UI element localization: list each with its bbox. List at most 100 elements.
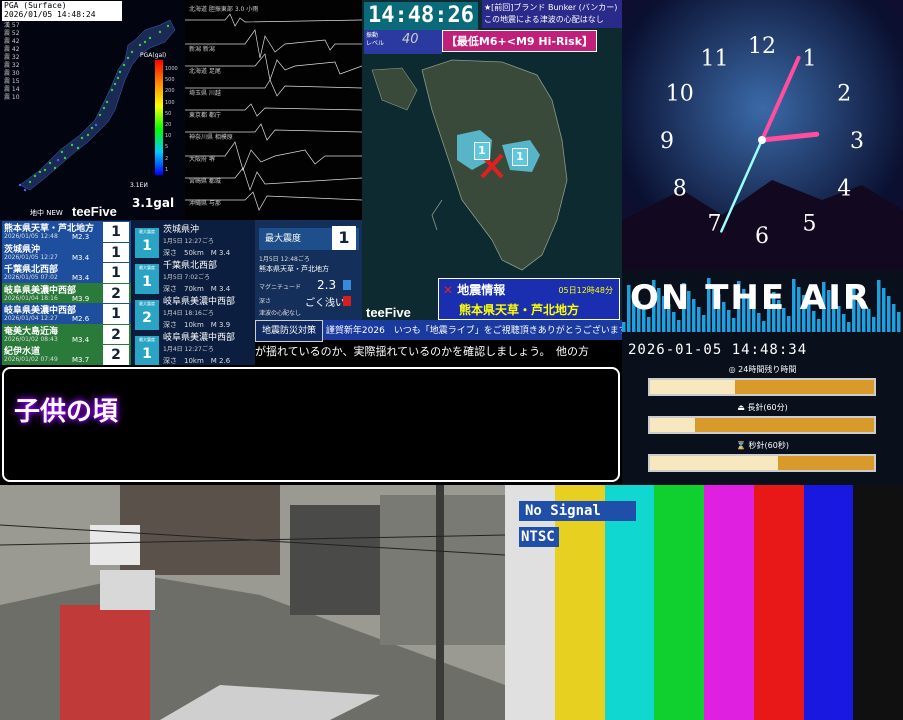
detail-intensity-box: 最大震度 1 <box>135 336 159 365</box>
quake-magnitude: M3.4 <box>72 335 90 344</box>
close-x-icon: ✕ <box>443 283 454 297</box>
depth-value: ごく浅い <box>305 298 345 309</box>
clock-number: 5 <box>803 211 817 236</box>
bar-fill <box>650 456 778 470</box>
detail-intensity: 2 <box>142 310 152 326</box>
station-label: 宮崎県 都城 <box>189 178 221 185</box>
ticker-line2: が揺れているのか、実際揺れているのかを確認しましょう。 他の方 <box>255 345 589 358</box>
legend-row: 震 10 <box>4 94 20 101</box>
station-label: 大阪府 堺 <box>189 156 215 163</box>
scale-tick: 500 <box>165 77 175 84</box>
color-stripe <box>853 485 903 720</box>
legend-row: 震 32 <box>4 54 20 61</box>
bar1-label: ◎ 24時間残り時間 <box>728 365 797 374</box>
detail-time: 1月4日 12:27ごろ <box>163 346 214 353</box>
no-signal-label: No Signal <box>519 501 636 521</box>
ticker-tag: 地震防災対策 <box>255 320 324 342</box>
quake-intensity: 2 <box>103 324 129 345</box>
station-label: 東京都 都庁 <box>189 112 221 119</box>
station-label: 北海道 足尾 <box>189 68 221 75</box>
detail-list-item: 最大震度 1 岐阜県美濃中西部 1月4日 12:27ごろ 深さ 10km M 2.6 <box>133 328 255 365</box>
quake-magnitude: M3.4 <box>72 253 90 262</box>
legend-row: 震 30 <box>4 70 20 77</box>
detail-depth-text: 深さ 10km <box>163 357 204 365</box>
detail-time: 1月4日 18:16ごろ <box>163 310 214 317</box>
legend-row: 震 32 <box>4 62 20 69</box>
quake-datetime: 2026/01/05 12:48 <box>4 233 58 240</box>
new-label: 地中 NEW <box>30 209 63 217</box>
detail-intensity-caption: 最大震度 <box>139 337 155 342</box>
on-air-datetime: 2026-01-05 14:48:34 <box>628 342 808 358</box>
progress-bar-24h <box>648 378 876 396</box>
quake-info-date: 05日12時48分 <box>558 286 613 295</box>
scale-tick: 20 <box>165 122 172 129</box>
quake-magnitude: M3.7 <box>72 356 90 364</box>
quake-intensity: 1 <box>103 242 129 263</box>
quake-list-item: 奄美大島近海 2026/01/02 08:43 M3.4 2 <box>2 323 131 346</box>
pga-legend: 漢 57 震 52 震 42 震 42 震 32 震 32 震 30 震 15 … <box>4 22 20 102</box>
kyushu-quake-map-panel: 1 1 14:48:26 ★[前回]ブランド Bunker (バンカー) この地… <box>362 0 622 325</box>
color-stripe <box>753 485 804 720</box>
depth-indicator <box>343 296 351 306</box>
clock-number: 9 <box>660 129 674 154</box>
color-stripe <box>803 485 854 720</box>
scale-tick: 1 <box>165 166 169 173</box>
detail-intensity-caption: 最大震度 <box>139 265 155 270</box>
bunker-title: ★[前回]ブランド Bunker (バンカー) <box>484 3 618 12</box>
analog-clock: 12 12 3 45 6 78 9 10 11 <box>622 34 903 270</box>
equalizer-bar <box>622 322 626 332</box>
teefive-logo: teeFive <box>366 305 411 320</box>
quake-datetime: 2026/01/05 12:27 <box>4 253 58 261</box>
magnitude-label: マグニチュード <box>259 284 302 291</box>
legend-row: 震 15 <box>4 78 20 85</box>
detail-intensity-box: 最大震度 2 <box>135 300 159 330</box>
pga-header: PGA (Surface) 2026/01/05 14:48:24 <box>2 1 122 21</box>
hour-hand <box>759 131 820 143</box>
clock-number: 10 <box>666 82 694 107</box>
on-air-title: ON THE AIR <box>630 278 872 318</box>
pga-scale-ticks: 1000 500 200 100 50 20 10 5 2 1 <box>165 64 178 176</box>
bar2-label: ⏏ 長針(60分) <box>737 403 788 412</box>
pga-timestamp: 2026/01/05 14:48:24 <box>4 10 96 19</box>
detail-place: 茨城県沖 <box>163 225 200 235</box>
earthquake-history-list: 熊本県天草・芦北地方 2026/01/05 12:48 M2.3 1 茨城県沖 2026/… <box>0 220 133 365</box>
equalizer-bar <box>647 317 651 332</box>
quake-intensity: 1 <box>103 304 129 324</box>
equalizer-bar <box>892 304 896 332</box>
clock-number: 12 <box>748 34 776 59</box>
clock-number: 6 <box>755 224 769 249</box>
quake-intensity: 1 <box>103 222 129 242</box>
depth-label: 深さ <box>259 298 272 305</box>
quake-list-item: 岐阜県美濃中西部 2026/01/04 18:16 M3.9 2 <box>2 282 131 305</box>
tsunami-note: 津波の心配なし <box>259 310 302 317</box>
clock-number: 4 <box>837 177 851 202</box>
equalizer-bar <box>787 316 791 332</box>
caption-box: 子供の頃 <box>2 367 620 482</box>
magnitude-value: 2.3 <box>317 278 337 292</box>
japan-pga-map-panel: PGA (Surface) 2026/01/05 14:48:24 漢 57 震… <box>0 0 185 220</box>
news-ticker: 地震防災対策 謹賀新年2026 いつも「地震ライブ」をご視聴頂きありがとうござい… <box>255 320 622 365</box>
gal-value: 3.1gal <box>132 196 175 210</box>
clock-number: 7 <box>708 211 722 236</box>
quake-intensity: 2 <box>103 345 129 365</box>
quake-datetime: 2026/01/04 18:16 <box>4 294 58 302</box>
intensity-marker: 1 <box>474 142 490 160</box>
quake-list-item: 熊本県天草・芦北地方 2026/01/05 12:48 M2.3 1 <box>2 221 131 243</box>
street-camera-image <box>0 485 505 720</box>
legend-row: 震 42 <box>4 46 20 53</box>
scale-tick: 10 <box>165 133 172 140</box>
digital-clock: 14:48:26 <box>364 2 478 30</box>
station-label: 北海道 胆振東部 3.0 小雨 <box>189 6 259 13</box>
earthquake-detail-list: 最大震度 1 茨城県沖 1月5日 12:27ごろ 深さ 50km M 3.4 最大震度 1 千… <box>133 220 255 365</box>
equalizer-bar <box>882 288 886 332</box>
ntsc-label: NTSC <box>519 527 559 547</box>
station-label: 神奈川県 相模原 <box>189 134 233 141</box>
detail-intensity-box: 最大震度 1 <box>135 228 159 258</box>
clock-number: 11 <box>701 47 729 72</box>
intensity-marker: 1 <box>512 148 528 166</box>
scale-tick: 50 <box>165 110 172 117</box>
equalizer-bar <box>887 296 891 332</box>
ticker-top-row: 地震防災対策 謹賀新年2026 いつも「地震ライブ」をご視聴頂きありがとうござい… <box>255 320 622 342</box>
legend-row: 漢 57 <box>4 22 20 29</box>
quake-magnitude: M3.4 <box>72 274 90 282</box>
